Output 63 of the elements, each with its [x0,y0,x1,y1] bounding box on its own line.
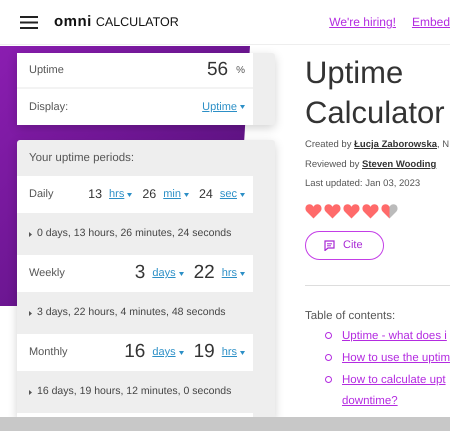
unit-dropdown[interactable]: sec [220,186,245,203]
heart-icon[interactable] [324,203,341,219]
unit-dropdown[interactable]: min [163,186,189,203]
caret-icon [127,192,132,196]
uptime-input[interactable]: 56 [206,56,228,84]
unit-dropdown[interactable]: hrs [222,265,245,282]
time-input[interactable]: 19 [194,338,215,367]
period-summary: 0 days, 13 hours, 26 minutes, 24 seconds [37,226,232,242]
section-title: Your uptime periods: [28,151,136,166]
byline: Created by Łucja Zaborowska, N [305,138,450,152]
unit-dropdown[interactable]: days [152,344,184,361]
field-label: Uptime [29,62,64,78]
caret-icon [240,272,245,276]
toc-title: Table of contents: [305,308,396,324]
time-input[interactable]: 22 [194,259,215,288]
toc-link[interactable]: How to calculate upt downtime? [342,370,446,412]
period-summary: 3 days, 22 hours, 4 minutes, 48 seconds [37,305,226,320]
heart-icon[interactable] [343,203,360,219]
bullet-icon [29,310,32,316]
caret-icon [178,350,184,354]
caret-icon [240,350,245,354]
bullet-icon [325,332,332,339]
period-label: Daily [29,187,54,202]
comment-icon [324,240,335,251]
display-dropdown[interactable]: Uptime [202,98,245,116]
byline: Reviewed by Steven Wooding [305,158,438,172]
logo-mark[interactable]: omni [54,10,92,34]
horizontal-scrollbar[interactable] [0,417,450,431]
header-link[interactable]: We're hiring! [329,13,396,31]
caret-icon [184,192,189,196]
author-link[interactable]: Steven Wooding [362,159,436,170]
time-input[interactable]: 26 [142,185,156,204]
toc-link[interactable]: How to use the uptim [342,348,450,369]
unit-dropdown[interactable]: hrs [222,344,245,361]
caret-icon [178,272,184,276]
bullet-icon [325,354,332,361]
caret-icon [240,105,245,109]
bullet-icon [29,390,32,394]
time-input[interactable]: 13 [88,185,102,204]
period-label: Weekly [29,266,65,282]
period-label: Monthly [29,345,68,360]
header-link[interactable]: Embed [412,13,450,31]
bullet-icon [29,232,32,236]
period-summary: 16 days, 19 hours, 12 minutes, 0 seconds [37,384,232,400]
unit-label: % [236,64,245,78]
page-title: Uptime Calculator [305,54,446,132]
time-input[interactable]: 16 [124,338,146,367]
field-label: Display: [29,100,68,115]
time-input[interactable]: 24 [198,185,213,204]
heart-icon[interactable] [381,203,398,219]
cite-button[interactable]: Cite [305,231,384,260]
last-updated: Last updated: Jan 03, 2023 [305,177,422,191]
heart-icon[interactable] [305,203,322,219]
toc-link[interactable]: Uptime - what does i [342,326,447,347]
time-input[interactable]: 3 [134,259,146,288]
author-link[interactable]: Łucja Zaborowska [354,139,438,150]
caret-icon [240,192,245,196]
logo-text[interactable]: CALCULATOR [96,12,179,32]
unit-dropdown[interactable]: days [152,265,184,282]
bullet-icon [325,376,332,383]
menu-icon[interactable] [20,16,38,28]
unit-dropdown[interactable]: hrs [109,186,132,203]
heart-icon[interactable] [362,203,379,219]
